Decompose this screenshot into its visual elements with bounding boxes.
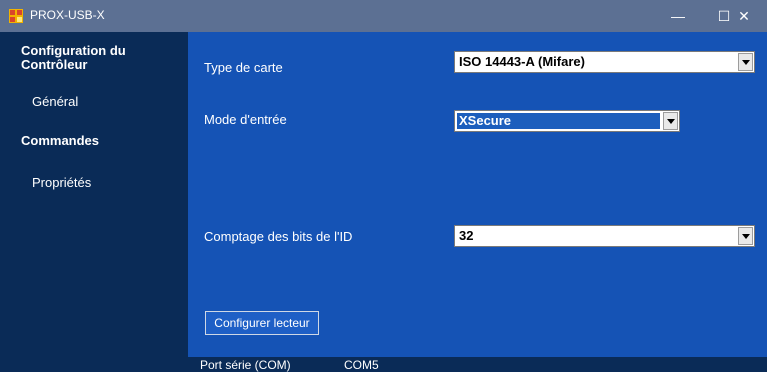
title-bar[interactable]: PROX-USB-X — ☐ ✕ [0, 0, 767, 32]
window-title: PROX-USB-X [30, 8, 105, 22]
id-bits-label: Comptage des bits de l'ID [204, 229, 353, 244]
close-button[interactable]: ✕ [721, 0, 767, 32]
sidebar-section-label-line2: Contrôleur [21, 57, 88, 72]
port-label: Port série (COM) [200, 358, 291, 372]
sidebar-item-general[interactable]: Général [32, 94, 78, 109]
sidebar-section-commands[interactable]: Commandes [21, 134, 99, 148]
input-mode-select[interactable]: XSecure [454, 110, 680, 132]
sidebar-section-controller-config[interactable]: Configuration du Contrôleur [21, 44, 126, 72]
app-icon [9, 9, 23, 23]
minimize-button[interactable]: — [655, 0, 701, 32]
main-window: PROX-USB-X — ☐ ✕ Configuration du Contrô… [0, 0, 767, 372]
card-type-select[interactable]: ISO 14443-A (Mifare) [454, 51, 755, 73]
sidebar-section-label-line1: Configuration du [21, 43, 126, 58]
chevron-down-icon[interactable] [738, 53, 753, 71]
input-mode-label: Mode d'entrée [204, 112, 287, 127]
chevron-down-icon[interactable] [663, 112, 678, 130]
input-mode-value: XSecure [459, 113, 512, 128]
card-type-label: Type de carte [204, 60, 283, 75]
sidebar-item-properties[interactable]: Propriétés [32, 175, 91, 190]
id-bits-value: 32 [459, 228, 474, 243]
configure-reader-button[interactable]: Configurer lecteur [205, 311, 319, 335]
main-panel: Type de carte ISO 14443-A (Mifare) Mode … [188, 32, 767, 357]
id-bits-select[interactable]: 32 [454, 225, 755, 247]
status-bar: Port série (COM) COM5 [188, 357, 767, 372]
chevron-down-icon[interactable] [738, 227, 753, 245]
card-type-value: ISO 14443-A (Mifare) [459, 54, 585, 69]
sidebar: Configuration du Contrôleur Général Comm… [8, 32, 188, 371]
port-value: COM5 [344, 358, 379, 372]
